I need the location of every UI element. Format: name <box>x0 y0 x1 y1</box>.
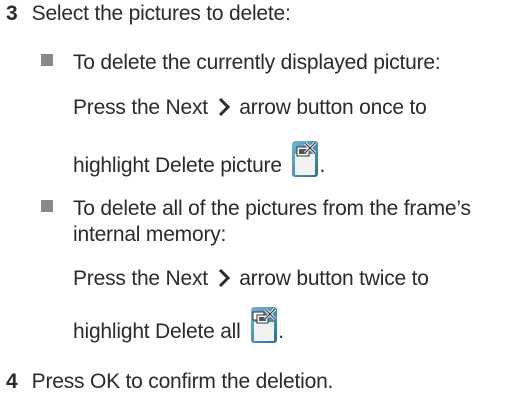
step-text: Press OK to confirm the deletion. <box>31 370 334 393</box>
bullet-lead: internal memory: <box>73 223 227 246</box>
delete-all-icon <box>251 307 278 343</box>
bullet-lead: To delete all of the pictures from the f… <box>73 197 471 220</box>
instruction-text: Press the Next <box>73 96 208 119</box>
instruction-text: arrow button once to <box>239 96 427 119</box>
delete-picture-icon <box>292 141 319 177</box>
instruction-text: highlight Delete all <box>73 320 241 343</box>
instruction-line: internal memory: <box>73 222 226 248</box>
chevron-right-icon <box>218 97 230 117</box>
instruction-text: . <box>278 320 284 343</box>
square-bullet-icon <box>41 54 53 66</box>
square-bullet-icon <box>41 200 53 212</box>
bullet-item: To delete all of the pictures from the f… <box>41 196 471 222</box>
bullet-item: To delete the currently displayed pictur… <box>41 50 441 76</box>
instruction-page: 3 Select the pictures to delete: To dele… <box>0 0 514 403</box>
step-number: 4 <box>6 370 18 393</box>
instruction-line: Press the Next arrow button twice to <box>73 266 429 292</box>
step-number: 3 <box>6 2 18 25</box>
step-3: 3 Select the pictures to delete: <box>6 1 291 27</box>
instruction-text: Press the Next <box>73 267 208 290</box>
instruction-line: Press the Next arrow button once to <box>73 95 427 121</box>
instruction-text: highlight Delete picture <box>73 154 282 177</box>
instruction-text: . <box>319 154 326 177</box>
bullet-lead: To delete the currently displayed pictur… <box>73 51 441 74</box>
instruction-line: highlight Delete picture . <box>73 140 325 179</box>
chevron-right-icon <box>218 268 230 288</box>
instruction-text: arrow button twice to <box>239 267 429 290</box>
step-text: Select the pictures to delete: <box>31 2 291 25</box>
step-4: 4 Press OK to confirm the deletion. <box>6 369 333 395</box>
instruction-line: highlight Delete all . <box>73 306 284 345</box>
